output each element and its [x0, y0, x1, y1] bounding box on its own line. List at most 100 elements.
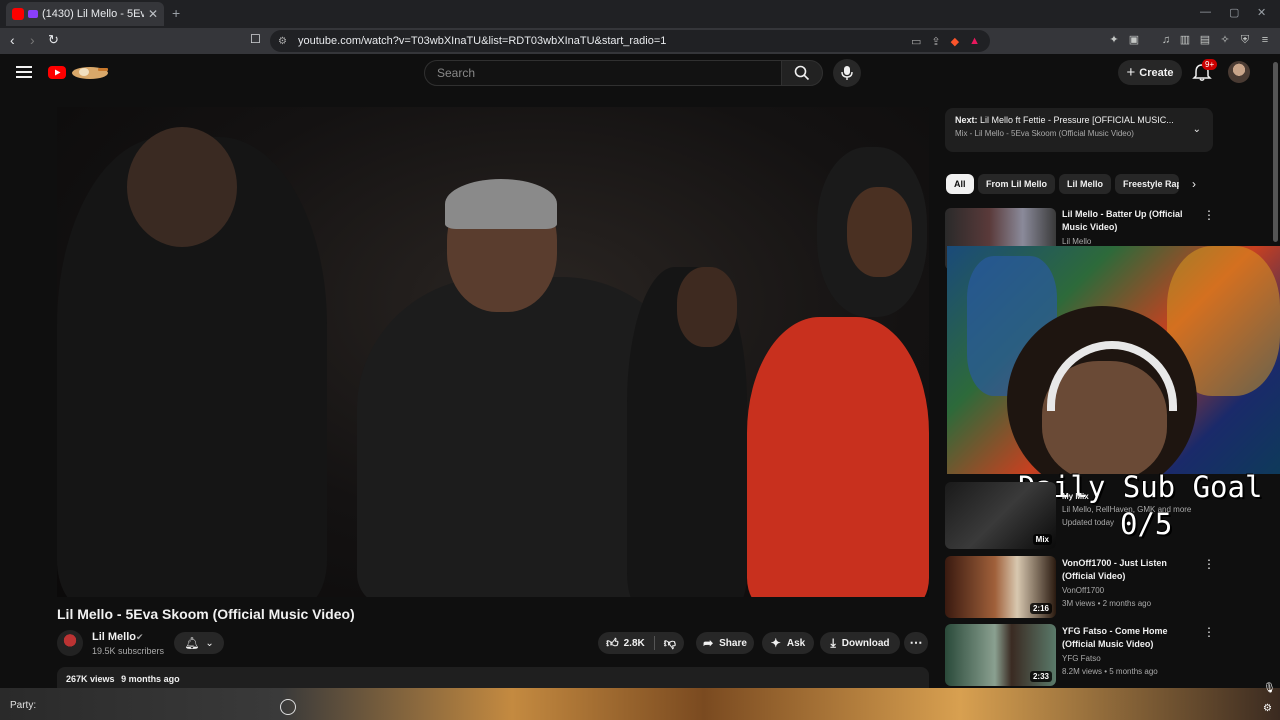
- reload-icon[interactable]: ↻: [48, 32, 59, 48]
- chip-from-lil-mello[interactable]: From Lil Mello: [978, 174, 1056, 194]
- rec-title[interactable]: VonOff1700 - Just Listen (Official Video…: [1062, 557, 1190, 583]
- channel-name[interactable]: Lil Mello: [92, 631, 136, 643]
- thumbs-down-icon[interactable]: 👎︎: [664, 636, 676, 651]
- menu-icon[interactable]: ≡: [1259, 34, 1271, 46]
- chevron-right-icon[interactable]: ›: [1192, 177, 1196, 191]
- browser-toolbar: ‹ › ↻ ☐ ⚙ youtube.com/watch?v=T03wbXInaT…: [0, 28, 1280, 54]
- rec-title[interactable]: My Mix: [1062, 492, 1089, 501]
- rec-thumbnail[interactable]: Mix: [945, 482, 1056, 549]
- next-label: Next:: [955, 115, 978, 125]
- rec-stats: 3M views • 2 months ago: [1062, 599, 1152, 608]
- rec-title[interactable]: Lil Mello - Batter Up (Official Music Vi…: [1062, 208, 1190, 234]
- extensions-icon[interactable]: ✦: [1108, 34, 1120, 46]
- ask-button[interactable]: ✦ Ask: [762, 632, 814, 654]
- brave-shield-icon[interactable]: ◆: [951, 35, 959, 48]
- video-frame-head: [847, 187, 912, 277]
- more-vert-icon[interactable]: ⋮: [1203, 208, 1215, 222]
- channel-avatar[interactable]: [57, 630, 83, 656]
- brave-rewards-icon[interactable]: ▲: [969, 35, 980, 47]
- leo-icon[interactable]: ✧: [1219, 34, 1231, 46]
- view-count: 267K views: [66, 674, 115, 684]
- more-horiz-icon: ⋯: [909, 635, 923, 650]
- next-subtitle: Mix - Lil Mello - 5Eva Skoom (Official M…: [955, 129, 1134, 138]
- video-frame-red-jacket: [747, 317, 929, 597]
- chip-all[interactable]: All: [946, 174, 974, 194]
- bottom-overlay-bar: [0, 688, 1280, 720]
- tab-badge-icon: [28, 10, 38, 18]
- more-actions-button[interactable]: ⋯: [904, 632, 928, 654]
- youtube-logo-icon[interactable]: [48, 64, 112, 82]
- description-box[interactable]: 267K views 9 months ago: [57, 667, 929, 689]
- rec-channel[interactable]: Lil Mello: [1062, 237, 1091, 246]
- thumbs-up-icon: 👍︎: [606, 635, 619, 650]
- sidebar-icon[interactable]: ▥: [1179, 34, 1191, 46]
- settings-icon[interactable]: ⚙: [1263, 703, 1272, 714]
- browser-tab-bar: (1430) Lil Mello - 5Eva Skoom ✕ + — ▢ ✕: [0, 0, 1280, 28]
- divider: [653, 636, 655, 650]
- more-vert-icon[interactable]: ⋮: [1203, 557, 1215, 571]
- url-text: youtube.com/watch?v=T03wbXInaTU&list=RDT…: [298, 35, 667, 47]
- video-title: Lil Mello - 5Eva Skoom (Official Music V…: [57, 606, 355, 622]
- ask-label: Ask: [786, 637, 806, 649]
- voice-search-button[interactable]: [833, 59, 861, 87]
- close-tab-icon[interactable]: ✕: [148, 7, 158, 21]
- bookmark-icon[interactable]: ☐: [250, 32, 261, 46]
- page-scrollbar[interactable]: [1273, 62, 1278, 242]
- create-label: Create: [1139, 66, 1174, 79]
- rec-thumbnail[interactable]: 2:16: [945, 556, 1056, 618]
- rec-title[interactable]: YFG Fatso - Come Home (Official Music Vi…: [1062, 625, 1190, 651]
- site-info-icon[interactable]: ⚙: [278, 36, 287, 47]
- youtube-masthead: Search + Create 9+: [0, 54, 1280, 92]
- subscriber-count: 19.5K subscribers: [92, 646, 165, 656]
- wallet-icon[interactable]: ▤: [1199, 34, 1211, 46]
- video-frame-beanie: [445, 179, 557, 229]
- rec-thumbnail[interactable]: 2:33: [945, 624, 1056, 686]
- minimize-icon[interactable]: —: [1200, 6, 1211, 18]
- share-page-icon[interactable]: ⇪: [931, 35, 940, 48]
- install-icon[interactable]: ▭: [911, 35, 921, 48]
- notification-count-badge: 9+: [1202, 59, 1218, 70]
- media-icon[interactable]: ♫: [1160, 34, 1172, 46]
- microphone-icon: [841, 66, 853, 80]
- back-icon[interactable]: ‹: [10, 32, 15, 48]
- party-label: Party:: [10, 700, 37, 711]
- playlist-next-box[interactable]: Next: Lil Mello ft Fettie - Pressure [OF…: [945, 108, 1213, 152]
- chip-freestyle-rap[interactable]: Freestyle Rap: [1115, 174, 1179, 194]
- browser-tab[interactable]: (1430) Lil Mello - 5Eva Skoom ✕: [6, 2, 164, 26]
- vpn-icon[interactable]: ⛨: [1239, 34, 1251, 46]
- share-icon: ➦: [703, 636, 714, 650]
- forward-icon[interactable]: ›: [30, 32, 35, 48]
- new-tab-icon[interactable]: +: [172, 5, 180, 21]
- subscription-bell-button[interactable]: 🔔︎ ⌄: [174, 632, 224, 654]
- plus-icon: +: [1126, 64, 1136, 81]
- share-button[interactable]: ➦ Share: [696, 632, 754, 654]
- webcam-overlay: [947, 246, 1280, 474]
- address-bar[interactable]: ⚙ youtube.com/watch?v=T03wbXInaTU&list=R…: [270, 30, 990, 52]
- account-avatar[interactable]: [1228, 61, 1250, 83]
- chevron-down-icon: ⌄: [205, 637, 214, 649]
- like-dislike-group: 👍︎ 2.8K 👎︎: [598, 632, 684, 654]
- video-player[interactable]: [57, 107, 929, 597]
- screenshot-icon[interactable]: ▣: [1128, 34, 1140, 46]
- search-icon: [794, 65, 810, 81]
- search-button[interactable]: [781, 60, 823, 86]
- download-button[interactable]: ⤓ Download: [820, 632, 900, 654]
- video-frame-head: [677, 267, 737, 347]
- upload-age: 9 months ago: [121, 674, 180, 684]
- maximize-icon[interactable]: ▢: [1229, 6, 1239, 19]
- guide-menu-icon[interactable]: [16, 66, 32, 78]
- search-input[interactable]: Search: [424, 60, 782, 86]
- share-label: Share: [719, 637, 747, 649]
- chevron-down-icon[interactable]: ⌄: [1193, 124, 1201, 135]
- rec-channel[interactable]: VonOff1700: [1062, 586, 1104, 595]
- more-vert-icon[interactable]: ⋮: [1203, 625, 1215, 639]
- close-window-icon[interactable]: ✕: [1257, 6, 1266, 19]
- like-button[interactable]: 👍︎ 2.8K: [606, 636, 645, 651]
- youtube-favicon-icon: [12, 8, 24, 20]
- mic-status-icon: 🎙︎: [1263, 683, 1276, 694]
- next-line: Next: Lil Mello ft Fettie - Pressure [OF…: [955, 115, 1187, 125]
- create-button[interactable]: + Create: [1118, 60, 1182, 85]
- rec-channel[interactable]: YFG Fatso: [1062, 654, 1101, 663]
- chip-lil-mello[interactable]: Lil Mello: [1059, 174, 1111, 194]
- party-status-icon: [280, 699, 296, 715]
